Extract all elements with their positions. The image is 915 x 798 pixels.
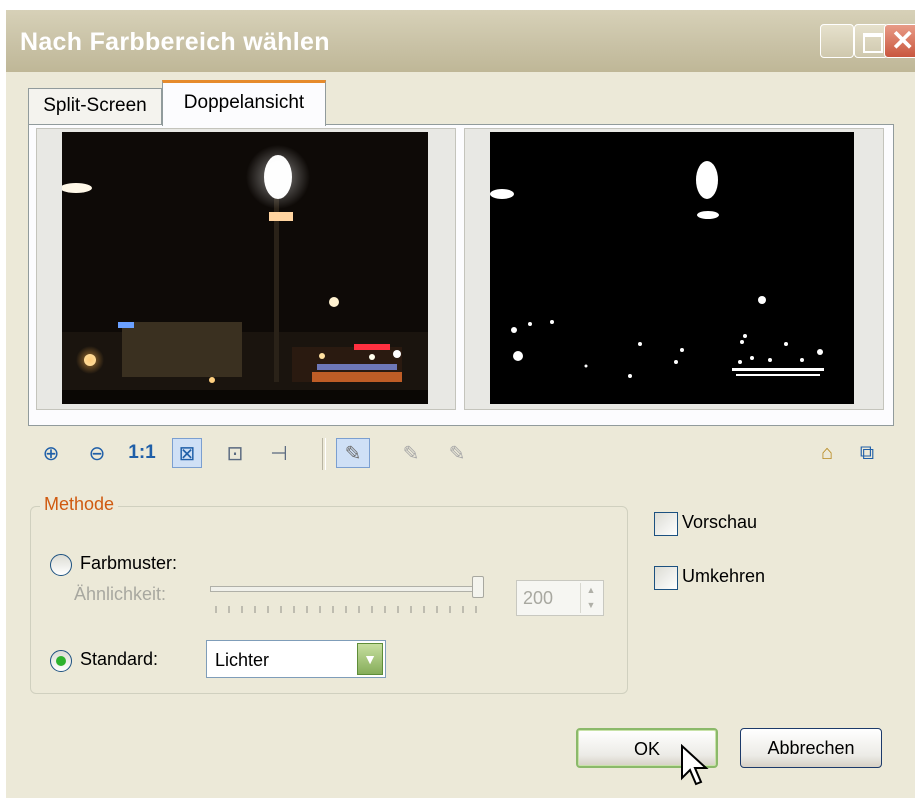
slider-ticks <box>215 606 477 613</box>
spin-up-icon[interactable]: ▲ <box>581 583 601 598</box>
fit-window-icon[interactable]: ⊠ <box>172 438 202 468</box>
minimize-button <box>820 24 854 58</box>
cancel-button[interactable]: Abbrechen <box>740 728 882 768</box>
standard-dropdown[interactable]: Lichter ▼ <box>206 640 386 678</box>
similarity-slider-thumb[interactable] <box>472 576 484 598</box>
title-bar[interactable]: Nach Farbbereich wählen ✕ <box>6 10 915 72</box>
standard-dropdown-value: Lichter <box>215 650 270 670</box>
similarity-label: Ähnlichkeit: <box>74 584 167 604</box>
standard-radio[interactable] <box>50 650 72 672</box>
farbmuster-radio[interactable] <box>50 554 72 576</box>
spin-down-icon[interactable]: ▼ <box>581 598 601 613</box>
mouse-cursor-icon <box>681 744 709 786</box>
umkehren-checkbox[interactable] <box>654 566 678 590</box>
zoom-region-icon[interactable]: ⊡ <box>220 438 250 468</box>
eyedropper-subtract-icon[interactable]: ✎ <box>442 438 472 468</box>
zoom-out-icon[interactable]: ⊖ <box>82 438 112 468</box>
radio-selected-dot <box>56 656 66 666</box>
close-button[interactable]: ✕ <box>884 24 915 58</box>
original-preview-image[interactable] <box>62 132 428 404</box>
tab-split-screen[interactable]: Split-Screen <box>28 88 162 124</box>
method-legend: Methode <box>40 494 119 515</box>
similarity-slider[interactable] <box>210 586 482 592</box>
vorschau-checkbox[interactable] <box>654 512 678 536</box>
maximize-button[interactable] <box>854 24 888 58</box>
umkehren-label: Umkehren <box>682 566 766 586</box>
farbmuster-label: Farbmuster: <box>80 553 178 573</box>
pan-icon[interactable]: ⊣ <box>264 438 294 468</box>
mask-preview-image[interactable] <box>490 132 854 404</box>
vorschau-label: Vorschau <box>682 512 758 532</box>
similarity-value: 200 <box>523 588 554 608</box>
preview-window-icon[interactable]: ⧉ <box>852 438 882 468</box>
zoom-in-icon[interactable]: ⊕ <box>36 438 66 468</box>
load-icon[interactable]: ⌂ <box>812 438 842 468</box>
actual-size-button[interactable]: 1:1 <box>124 438 160 468</box>
window-title: Nach Farbbereich wählen <box>20 28 330 56</box>
maximize-icon <box>863 33 883 53</box>
standard-label: Standard: <box>80 649 159 669</box>
tab-doppelansicht[interactable]: Doppelansicht <box>162 80 326 126</box>
similarity-spinbox[interactable]: 200 ▲ ▼ <box>516 580 604 616</box>
eyedropper-add-icon[interactable]: ✎ <box>396 438 426 468</box>
spin-buttons[interactable]: ▲ ▼ <box>580 583 601 613</box>
chevron-down-icon[interactable]: ▼ <box>357 643 383 675</box>
toolbar-separator <box>322 438 326 470</box>
close-icon: ✕ <box>891 25 915 56</box>
eyedropper-icon[interactable]: ✎ <box>336 438 370 468</box>
